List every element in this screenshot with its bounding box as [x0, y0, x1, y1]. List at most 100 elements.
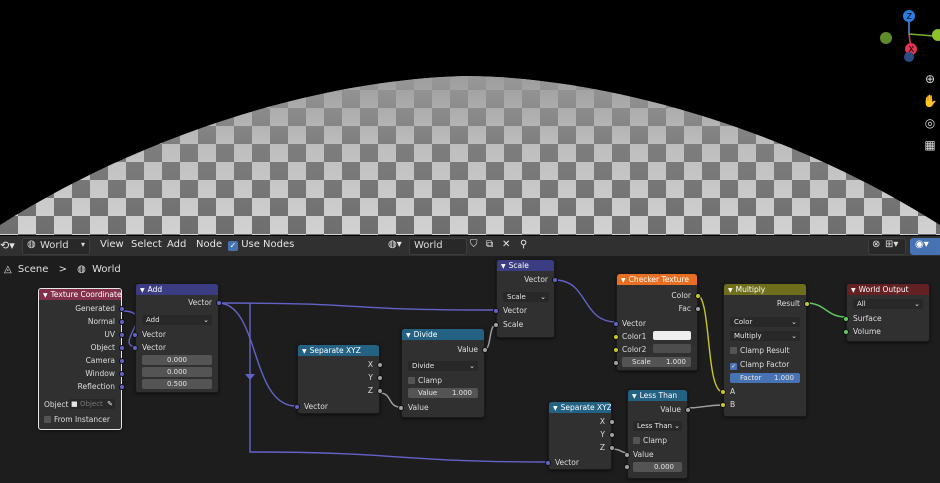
node-header[interactable]: ▼ Checker Texture	[617, 274, 697, 285]
shader-type-dropdown[interactable]: ◍ World ▾	[22, 238, 90, 255]
menu-node[interactable]: Node	[196, 239, 222, 250]
color1-swatch[interactable]	[653, 331, 691, 340]
zoom-icon[interactable]: ⊕	[920, 69, 940, 89]
node-header[interactable]: ▼ Texture Coordinate	[39, 289, 121, 300]
node-vector-scale[interactable]: ▼ Scale Vector Scale ⌄ Vector Scale	[493, 259, 558, 338]
output-socket-object[interactable]	[119, 345, 125, 351]
operation-dropdown[interactable]: Add ⌄	[142, 315, 212, 325]
input-socket-vector-1[interactable]	[132, 332, 138, 338]
navigation-gizmo[interactable]: Z X	[878, 8, 940, 68]
factor-field[interactable]: Factor 1.000	[730, 373, 800, 383]
vector-z-field[interactable]: 0.500	[142, 379, 212, 389]
grid-icon[interactable]: ▦	[920, 135, 940, 155]
vector-y-field[interactable]: 0.000	[142, 367, 212, 377]
node-separate-xyz-2[interactable]: ▼ Separate XYZ X Y Z Vector	[545, 401, 615, 470]
output-socket-camera[interactable]	[119, 358, 125, 364]
output-socket-x[interactable]	[377, 362, 383, 368]
output-socket-color[interactable]	[695, 293, 701, 299]
menu-add[interactable]: Add	[167, 239, 186, 250]
camera-icon[interactable]: ◎	[920, 113, 940, 133]
input-socket-a[interactable]	[720, 389, 726, 395]
output-socket-z[interactable]	[609, 445, 615, 451]
node-separate-xyz-1[interactable]: ▼ Separate XYZ X Y Z Vector	[294, 344, 383, 414]
input-socket-value-2[interactable]	[624, 464, 630, 470]
input-socket-vector[interactable]	[545, 460, 551, 466]
input-socket-vector[interactable]	[294, 404, 300, 410]
node-editor-canvas[interactable]: ◬ Scene > ◍ World ▼ Texture Coordinate Ge…	[0, 256, 940, 483]
clamp-factor-checkbox[interactable]: ✓ Clamp Factor	[730, 360, 789, 370]
input-socket-scale[interactable]	[493, 322, 499, 328]
input-socket-vector[interactable]	[493, 308, 499, 314]
input-socket-b[interactable]	[720, 402, 726, 408]
blend-mode-dropdown[interactable]: Multiply ⌄	[730, 331, 800, 341]
input-socket-surface[interactable]	[843, 316, 849, 322]
input-socket-volume[interactable]	[843, 329, 849, 335]
threshold-field[interactable]: 0.000	[633, 462, 682, 472]
node-math-divide[interactable]: ▼ Divide Value Divide ⌄ Clamp Value 1.000…	[398, 328, 488, 418]
operation-dropdown[interactable]: Divide ⌄	[408, 361, 478, 371]
object-picker-field[interactable]: ■ Object ✎	[69, 399, 115, 409]
scale-field[interactable]: Scale 1.000	[622, 357, 691, 367]
output-socket-vector[interactable]	[552, 277, 558, 283]
pin-icon[interactable]: ⚲	[520, 239, 527, 250]
output-socket-result[interactable]	[804, 301, 810, 307]
data-type-dropdown[interactable]: Color ⌄	[730, 317, 800, 327]
output-socket-value[interactable]	[482, 347, 488, 353]
input-socket-value-1[interactable]	[624, 452, 630, 458]
use-nodes-toggle[interactable]: ✓ Use Nodes	[228, 239, 294, 251]
from-instancer-checkbox[interactable]: From Instancer	[44, 415, 110, 424]
node-header[interactable]: ▼ Separate XYZ	[549, 402, 611, 413]
node-editor-icon[interactable]: ⟲▾	[0, 239, 15, 252]
node-checker-texture[interactable]: ▼ Checker Texture Color Fac Vector Color1…	[613, 273, 701, 371]
input-socket-vector-2[interactable]	[132, 345, 138, 351]
world-name-field[interactable]: World	[409, 238, 467, 255]
output-socket-uv[interactable]	[119, 332, 125, 338]
input-socket-scale[interactable]	[613, 360, 619, 366]
output-socket-normal[interactable]	[119, 319, 125, 325]
node-math-less-than[interactable]: ▼ Less Than Value Less Than ⌄ Clamp Value…	[624, 389, 691, 479]
output-socket-y[interactable]	[377, 375, 383, 381]
node-texture-coordinate[interactable]: ▼ Texture Coordinate Generated Normal UV …	[38, 288, 125, 430]
node-header[interactable]: ▼ Less Than	[628, 390, 687, 401]
output-socket-generated[interactable]	[119, 306, 125, 312]
operation-dropdown[interactable]: Scale ⌄	[503, 292, 549, 302]
node-vector-add[interactable]: ▼ Add Vector Add ⌄ Vector Vector 0.000 0.…	[132, 283, 222, 393]
unlink-close-icon[interactable]: ✕	[502, 239, 510, 250]
output-socket-reflection[interactable]	[119, 384, 125, 390]
duplicate-icon[interactable]: ⧉	[486, 239, 493, 250]
input-socket-color2[interactable]	[613, 347, 619, 353]
target-dropdown[interactable]: All ⌄	[853, 299, 923, 309]
world-browse-icon[interactable]: ◍▾	[388, 239, 402, 250]
input-socket-color1[interactable]	[613, 334, 619, 340]
fake-user-shield-icon[interactable]: ⛉	[470, 239, 478, 250]
viewport-3d[interactable]: Z X ⊕ ✋ ◎ ▦	[0, 0, 940, 235]
node-header[interactable]: ▼ Scale	[497, 260, 554, 271]
output-socket-z[interactable]	[377, 388, 383, 394]
output-socket-value[interactable]	[685, 407, 691, 413]
output-socket-vector[interactable]	[216, 300, 222, 306]
node-header[interactable]: ▼ Multiply	[724, 284, 806, 295]
node-header[interactable]: ▼ Divide	[402, 329, 484, 340]
output-socket-window[interactable]	[119, 371, 125, 377]
node-mix-multiply[interactable]: ▼ Multiply Result Color ⌄ Multiply ⌄ Clam…	[720, 283, 810, 417]
clamp-checkbox[interactable]: Clamp	[633, 436, 667, 445]
output-socket-y[interactable]	[609, 432, 615, 438]
output-socket-x[interactable]	[609, 419, 615, 425]
node-header[interactable]: ▼ World Output	[847, 284, 929, 295]
node-world-output[interactable]: ▼ World Output All ⌄ Surface Volume	[843, 283, 930, 342]
menu-select[interactable]: Select	[131, 239, 162, 250]
hand-pan-icon[interactable]: ✋	[920, 91, 940, 111]
value-field[interactable]: Value 1.000	[408, 388, 478, 398]
menu-view[interactable]: View	[100, 239, 124, 250]
node-header[interactable]: ▼ Separate XYZ	[298, 345, 379, 356]
overlays-toggle[interactable]: ◉▾	[910, 238, 940, 255]
output-socket-fac[interactable]	[695, 306, 701, 312]
operation-dropdown[interactable]: Less Than ⌄	[633, 421, 682, 431]
node-header[interactable]: ▼ Add	[136, 284, 218, 295]
clamp-result-checkbox[interactable]: Clamp Result	[730, 346, 790, 355]
clamp-checkbox[interactable]: Clamp	[408, 376, 442, 385]
input-socket-value[interactable]	[398, 405, 404, 411]
color2-swatch[interactable]	[653, 344, 691, 353]
vector-x-field[interactable]: 0.000	[142, 355, 212, 365]
snapping-dropdown[interactable]: ⊗ ⊞▾	[868, 238, 906, 255]
